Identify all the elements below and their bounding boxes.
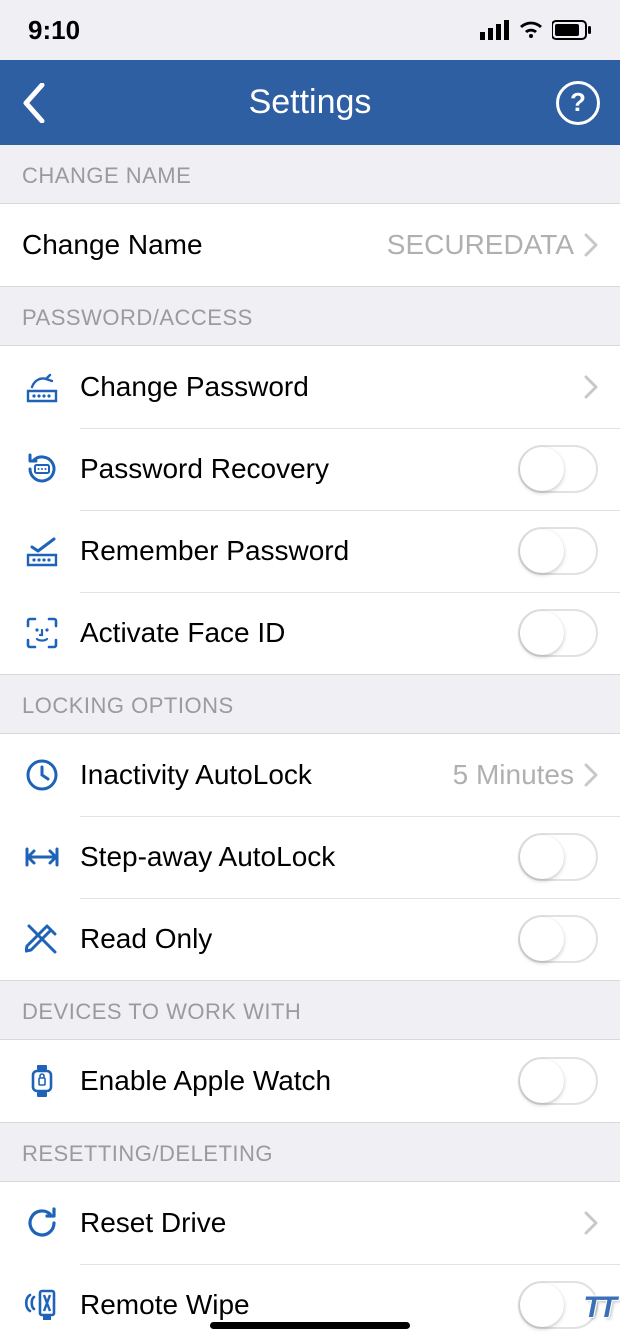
row-remote-wipe[interactable]: Remote Wipe [0,1264,620,1341]
row-stepaway-autolock[interactable]: Step-away AutoLock [0,816,620,898]
toggle-remember-password[interactable] [518,527,598,575]
group-devices: Enable Apple Watch [0,1039,620,1123]
row-reset-drive[interactable]: Reset Drive [0,1182,620,1264]
change-password-icon [22,371,62,403]
row-password-recovery[interactable]: Password Recovery [0,428,620,510]
group-reset: Reset Drive Remote Wipe [0,1181,620,1341]
row-label: Change Name [22,229,387,261]
row-label: Step-away AutoLock [80,841,518,873]
group-locking: Inactivity AutoLock 5 Minutes Step-away … [0,733,620,981]
row-inactivity-autolock[interactable]: Inactivity AutoLock 5 Minutes [0,734,620,816]
status-right [480,20,592,40]
row-label: Remember Password [80,535,518,567]
row-activate-faceid[interactable]: Activate Face ID [0,592,620,674]
nav-bar: Settings ? [0,60,620,145]
section-header-devices: DEVICES TO WORK WITH [0,981,620,1039]
home-indicator[interactable] [210,1322,410,1329]
toggle-stepaway[interactable] [518,833,598,881]
row-label: Inactivity AutoLock [80,759,453,791]
help-icon: ? [570,87,586,118]
chevron-right-icon [584,233,598,257]
group-password: Change Password Password Recovery Rememb… [0,345,620,675]
watch-icon [22,1063,62,1099]
chevron-left-icon [23,83,45,123]
row-label: Remote Wipe [80,1289,518,1321]
remote-wipe-icon [22,1287,62,1323]
toggle-faceid[interactable] [518,609,598,657]
section-header-locking: LOCKING OPTIONS [0,675,620,733]
section-header-reset: RESETTING/DELETING [0,1123,620,1181]
row-label: Enable Apple Watch [80,1065,518,1097]
row-remember-password[interactable]: Remember Password [0,510,620,592]
faceid-icon [22,616,62,650]
stepaway-icon [22,843,62,871]
row-label: Change Password [80,371,584,403]
toggle-password-recovery[interactable] [518,445,598,493]
recovery-icon [22,451,62,487]
status-bar: 9:10 [0,0,620,60]
toggle-readonly[interactable] [518,915,598,963]
battery-icon [552,20,592,40]
remember-icon [22,535,62,567]
row-label: Password Recovery [80,453,518,485]
row-label: Reset Drive [80,1207,584,1239]
row-value: 5 Minutes [453,759,574,791]
back-button[interactable] [14,78,54,128]
chevron-right-icon [584,375,598,399]
row-label: Read Only [80,923,518,955]
wifi-icon [518,20,544,40]
screen: 9:10 Settings ? CHANGE NAME Change Name … [0,0,620,1341]
row-change-password[interactable]: Change Password [0,346,620,428]
cellular-icon [480,20,510,40]
section-header-password: PASSWORD/ACCESS [0,287,620,345]
row-read-only[interactable]: Read Only [0,898,620,980]
status-time: 9:10 [28,15,80,46]
help-button[interactable]: ? [556,81,600,125]
row-apple-watch[interactable]: Enable Apple Watch [0,1040,620,1122]
section-header-change-name: CHANGE NAME [0,145,620,203]
page-title: Settings [249,83,372,122]
row-change-name[interactable]: Change Name SECUREDATA [0,204,620,286]
chevron-right-icon [584,763,598,787]
readonly-icon [22,922,62,956]
reset-icon [22,1206,62,1240]
toggle-apple-watch[interactable] [518,1057,598,1105]
watermark: TT [583,1291,614,1325]
chevron-right-icon [584,1211,598,1235]
group-change-name: Change Name SECUREDATA [0,203,620,287]
clock-icon [22,758,62,792]
row-label: Activate Face ID [80,617,518,649]
row-value: SECUREDATA [387,229,574,261]
